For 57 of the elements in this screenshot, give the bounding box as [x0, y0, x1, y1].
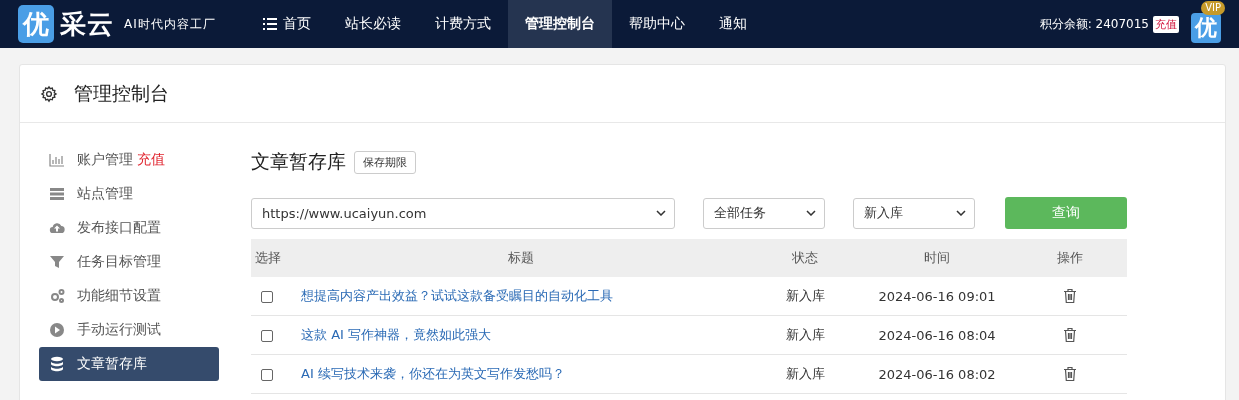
- caret-icon: [956, 210, 966, 216]
- brand-name: 采云: [60, 7, 114, 41]
- filter-dropdown[interactable]: 全部任务: [703, 197, 825, 229]
- nav-link[interactable]: 通知: [702, 0, 764, 48]
- article-title-link[interactable]: 想提高内容产出效益？试试这款备受瞩目的自动化工具: [293, 288, 613, 303]
- row-checkbox[interactable]: [261, 330, 273, 342]
- row-checkbox[interactable]: [261, 369, 273, 381]
- nav-link[interactable]: 管理控制台: [508, 0, 612, 48]
- nav-link[interactable]: 帮助中心: [612, 0, 702, 48]
- cloud-upload-icon: [49, 220, 65, 236]
- column-header: 时间: [861, 239, 1013, 277]
- sidebar-item[interactable]: 账户管理 充值: [39, 143, 219, 177]
- column-header: 选择: [251, 239, 292, 277]
- caret-icon: [806, 210, 816, 216]
- settings-icon: [40, 84, 58, 103]
- sidebar-item[interactable]: 任务目标管理: [39, 245, 219, 279]
- time-cell: 2024-06-16 08:04: [878, 327, 996, 343]
- filter-dropdown[interactable]: 新入库: [853, 197, 975, 229]
- retention-button[interactable]: 保存期限: [354, 150, 416, 174]
- play-icon: [49, 322, 65, 338]
- status-cell: 新入库: [785, 366, 825, 381]
- sidebar-item[interactable]: 文章暂存库: [39, 347, 219, 381]
- panel-title: 管理控制台: [74, 80, 169, 106]
- recharge-link[interactable]: 充值: [1153, 15, 1179, 33]
- list-icon: [263, 18, 277, 30]
- column-header: 标题: [292, 239, 749, 277]
- trash-icon[interactable]: [1063, 327, 1077, 344]
- time-cell: 2024-06-16 08:02: [878, 366, 996, 382]
- row-checkbox[interactable]: [261, 291, 273, 303]
- gears-icon: [49, 288, 65, 304]
- trash-icon[interactable]: [1063, 366, 1077, 383]
- vip-badge: VIP: [1201, 1, 1225, 15]
- nav-link[interactable]: 站长必读: [328, 0, 418, 48]
- article-title-link[interactable]: AI 续写技术来袭，你还在为英文写作发愁吗？: [293, 366, 565, 381]
- filter-dropdown[interactable]: https://www.ucaiyun.com: [251, 197, 675, 229]
- sidebar-item[interactable]: 发布接口配置: [39, 211, 219, 245]
- status-cell: 新入库: [785, 288, 825, 303]
- time-cell: 2024-06-16 09:01: [878, 288, 996, 304]
- trash-icon[interactable]: [1063, 288, 1077, 305]
- filter-icon: [49, 254, 65, 270]
- recharge-label: 充值: [137, 151, 165, 169]
- sidebar-item[interactable]: 手动运行测试: [39, 313, 219, 347]
- column-header: 操作: [1013, 239, 1127, 277]
- nav-link[interactable]: 首页: [246, 0, 328, 48]
- bar-chart-icon: [49, 152, 65, 168]
- sidebar-item[interactable]: 站点管理: [39, 177, 219, 211]
- database-icon: [49, 356, 65, 372]
- sidebar-item[interactable]: 功能细节设置: [39, 279, 219, 313]
- section-title: 文章暂存库: [251, 149, 346, 174]
- article-title-link[interactable]: 这款 AI 写作神器，竟然如此强大: [293, 327, 491, 342]
- points-balance: 积分余额: 2407015: [1039, 15, 1149, 33]
- status-cell: 新入库: [785, 327, 825, 342]
- server-icon: [49, 186, 65, 202]
- caret-icon: [656, 210, 666, 216]
- column-header: 状态: [749, 239, 861, 277]
- nav-link[interactable]: 计费方式: [418, 0, 508, 48]
- brand-slogan: AI时代内容工厂: [124, 15, 216, 33]
